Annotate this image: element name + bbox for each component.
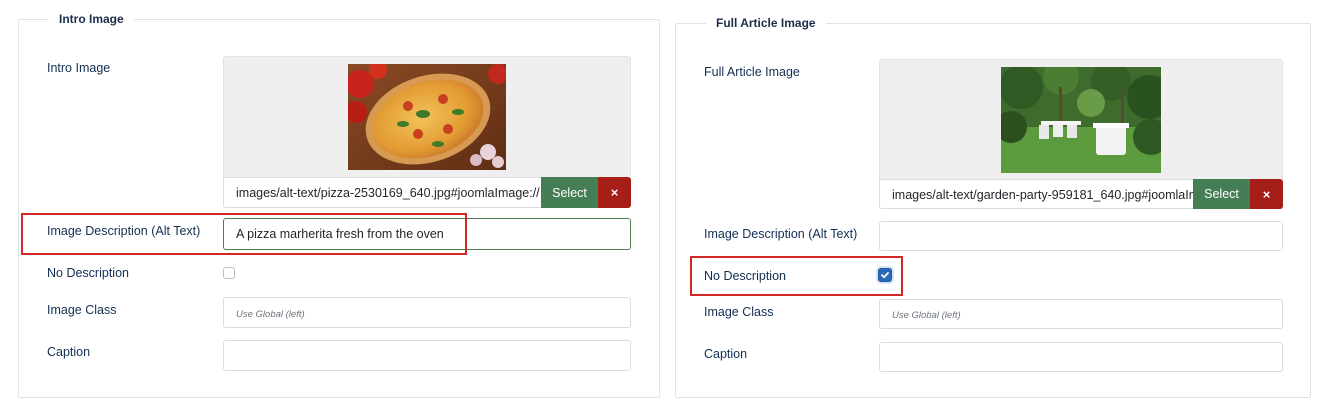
full-article-image-path[interactable]: images/alt-text/garden-party-959181_640.… (879, 179, 1193, 209)
full-article-image-preview (879, 59, 1283, 179)
intro-caption-label: Caption (47, 345, 91, 359)
intro-image-preview (223, 56, 631, 177)
full-caption-label: Caption (704, 347, 748, 361)
intro-caption-input[interactable] (223, 340, 631, 371)
intro-clear-button[interactable]: × (598, 177, 631, 208)
intro-image-class-input[interactable] (223, 297, 631, 328)
intro-image-label: Intro Image (47, 61, 111, 75)
intro-alt-text-input[interactable] (223, 218, 631, 250)
intro-select-button[interactable]: Select (541, 177, 598, 208)
full-caption-input[interactable] (879, 342, 1283, 372)
checkmark-icon (881, 272, 889, 279)
full-alt-text-label: Image Description (Alt Text) (704, 227, 858, 241)
full-no-description-label: No Description (704, 269, 786, 283)
full-select-button[interactable]: Select (1193, 179, 1250, 209)
full-image-class-input[interactable] (879, 299, 1283, 329)
pizza-image (348, 64, 506, 170)
full-no-description-checkbox[interactable] (878, 268, 892, 282)
intro-image-class-label: Image Class (47, 303, 117, 317)
full-article-image-label: Full Article Image (704, 65, 800, 79)
full-article-image-legend: Full Article Image (716, 16, 816, 30)
garden-party-image (1001, 67, 1161, 173)
full-image-class-label: Image Class (704, 305, 774, 319)
intro-no-description-checkbox[interactable] (223, 267, 235, 279)
intro-image-path[interactable]: images/alt-text/pizza-2530169_640.jpg#jo… (223, 177, 541, 208)
intro-no-description-label: No Description (47, 266, 129, 280)
intro-image-legend: Intro Image (59, 12, 124, 26)
full-alt-text-input[interactable] (879, 221, 1283, 251)
full-clear-button[interactable]: × (1250, 179, 1283, 209)
intro-alt-text-label: Image Description (Alt Text) (47, 224, 201, 238)
